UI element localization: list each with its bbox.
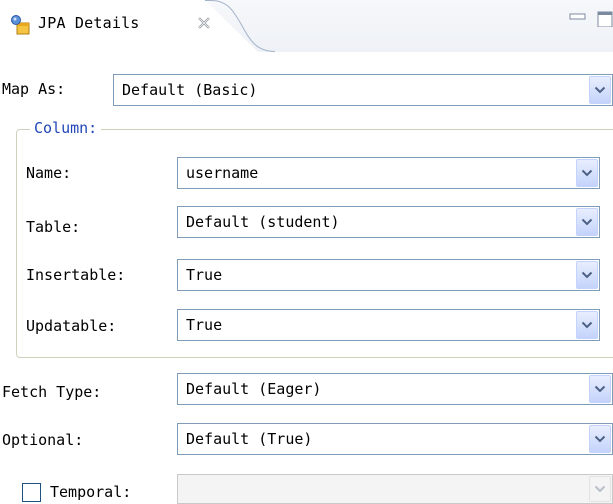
optional-dropdown-button[interactable] bbox=[589, 425, 611, 453]
jpa-details-icon bbox=[11, 15, 30, 35]
name-label: Name: bbox=[26, 164, 72, 182]
fetch-type-value: Default (Eager) bbox=[186, 380, 322, 398]
insertable-value: True bbox=[186, 266, 223, 284]
optional-value: Default (True) bbox=[186, 430, 313, 448]
column-group-title: Column: bbox=[30, 119, 102, 137]
insertable-combo[interactable]: True bbox=[177, 259, 600, 291]
minimize-icon[interactable] bbox=[569, 11, 589, 23]
updatable-combo[interactable]: True bbox=[177, 309, 600, 341]
table-combo[interactable]: Default (student) bbox=[177, 206, 600, 238]
map-as-value: Default (Basic) bbox=[122, 81, 258, 99]
chevron-down-icon bbox=[581, 218, 593, 226]
temporal-combo bbox=[177, 474, 613, 504]
temporal-checkbox[interactable] bbox=[22, 483, 41, 502]
optional-combo[interactable]: Default (True) bbox=[177, 423, 613, 455]
chevron-down-icon bbox=[581, 321, 593, 329]
updatable-label: Updatable: bbox=[26, 317, 117, 335]
view-tab-bar: JPA Details bbox=[0, 0, 613, 52]
chevron-down-icon bbox=[594, 485, 606, 493]
updatable-value: True bbox=[186, 316, 223, 334]
chevron-down-icon bbox=[594, 86, 606, 94]
tab-title: JPA Details bbox=[38, 14, 140, 32]
map-as-dropdown-button[interactable] bbox=[589, 76, 611, 104]
optional-label: Optional: bbox=[2, 431, 84, 449]
chevron-down-icon bbox=[581, 271, 593, 279]
name-combo[interactable]: username bbox=[177, 157, 600, 189]
table-dropdown-button[interactable] bbox=[576, 208, 598, 236]
map-as-label: Map As: bbox=[2, 80, 66, 98]
table-value: Default (student) bbox=[186, 213, 340, 231]
insertable-dropdown-button[interactable] bbox=[576, 261, 598, 289]
fetch-type-dropdown-button[interactable] bbox=[589, 375, 611, 403]
name-value: username bbox=[186, 164, 259, 182]
fetch-type-combo[interactable]: Default (Eager) bbox=[177, 373, 613, 405]
table-label: Table: bbox=[26, 218, 81, 236]
chevron-down-icon bbox=[581, 169, 593, 177]
close-icon[interactable] bbox=[196, 15, 212, 31]
insertable-label: Insertable: bbox=[26, 266, 126, 284]
chevron-down-icon bbox=[594, 435, 606, 443]
temporal-label: Temporal: bbox=[50, 483, 132, 501]
chevron-down-icon bbox=[594, 385, 606, 393]
updatable-dropdown-button[interactable] bbox=[576, 311, 598, 339]
map-as-combo[interactable]: Default (Basic) bbox=[113, 74, 613, 106]
name-dropdown-button[interactable] bbox=[576, 159, 598, 187]
fetch-type-label: Fetch Type: bbox=[2, 383, 102, 401]
maximize-icon[interactable] bbox=[597, 11, 613, 27]
temporal-dropdown-button bbox=[589, 476, 611, 502]
